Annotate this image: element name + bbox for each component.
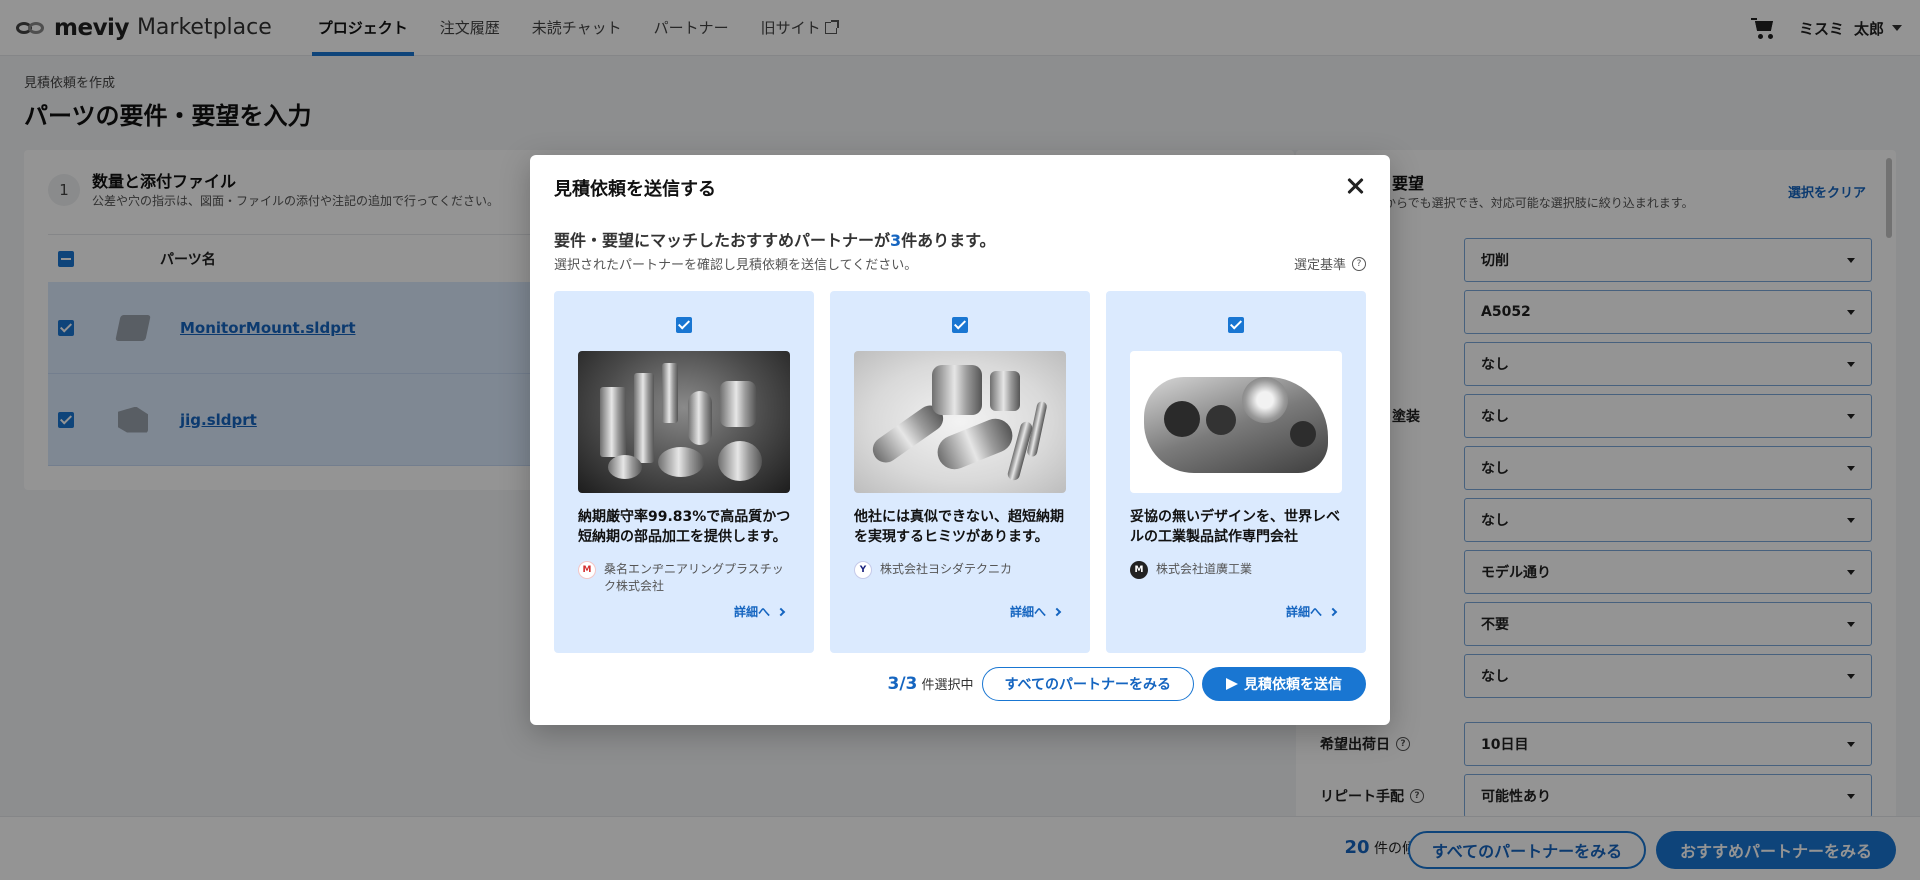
partner-headline: 納期厳守率99.83%で高品質かつ短納期の部品加工を提供します。 xyxy=(578,509,791,545)
partner-card[interactable]: 他社には真似できない、超短納期を実現するヒミツがあります。 Y 株式会社ヨシダテ… xyxy=(830,291,1090,653)
send-quote-button[interactable]: 見積依頼を送信 xyxy=(1202,667,1366,701)
partner-headline: 妥協の無いデザインを、世界レベルの工業製品試作専門会社 xyxy=(1130,509,1340,545)
lead-suffix: 件あります。 xyxy=(901,231,996,250)
close-icon[interactable] xyxy=(1344,175,1366,197)
company-logo-icon: Y xyxy=(854,561,872,579)
partner-card[interactable]: 納期厳守率99.83%で高品質かつ短納期の部品加工を提供します。 M 桑名エンヂ… xyxy=(554,291,814,653)
partner-card[interactable]: 妥協の無いデザインを、世界レベルの工業製品試作専門会社 M 株式会社道廣工業 詳… xyxy=(1106,291,1366,653)
partner-company-name: 桑名エンヂニアリングプラスチック株式会社 xyxy=(604,562,784,593)
partner-detail-link[interactable]: 詳細へ xyxy=(733,603,786,620)
modal-footer: 3/3 件選択中 すべてのパートナーをみる 見積依頼を送信 xyxy=(888,667,1366,701)
partner-image xyxy=(578,351,790,493)
partner-detail-link[interactable]: 詳細へ xyxy=(1009,603,1062,620)
modal-title: 見積依頼を送信する xyxy=(554,179,716,200)
partner-headline: 他社には真似できない、超短納期を実現するヒミツがあります。 xyxy=(854,509,1064,545)
send-quote-label: 見積依頼を送信 xyxy=(1244,677,1342,693)
partner-detail-label: 詳細へ xyxy=(733,605,770,619)
partner-company-name: 株式会社ヨシダテクニカ xyxy=(880,562,1013,576)
chevron-right-icon xyxy=(1328,607,1338,616)
partner-checkbox[interactable] xyxy=(952,317,968,333)
lead-prefix: 要件・要望にマッチしたおすすめパートナーが xyxy=(554,231,891,250)
selection-criteria-link[interactable]: 選定基準 ? xyxy=(1294,254,1366,273)
partner-image xyxy=(1130,351,1342,493)
chevron-right-icon xyxy=(1052,607,1062,616)
chevron-right-icon xyxy=(776,607,786,616)
company-logo-icon: M xyxy=(578,561,596,579)
selected-count: 3/3 件選択中 xyxy=(888,674,974,694)
selected-count-number: 3/3 xyxy=(887,674,918,694)
company-logo-icon: M xyxy=(1130,561,1148,579)
lead-count: 3 xyxy=(890,231,902,250)
help-icon: ? xyxy=(1352,256,1366,271)
send-quote-modal: 見積依頼を送信する 要件・要望にマッチしたおすすめパートナーが3件あります。 選… xyxy=(530,155,1390,725)
partner-image xyxy=(854,351,1066,493)
partner-company: M 株式会社道廣工業 xyxy=(1130,561,1340,579)
partner-company: M 桑名エンヂニアリングプラスチック株式会社 xyxy=(578,561,788,595)
partner-detail-label: 詳細へ xyxy=(1285,605,1322,619)
partner-company: Y 株式会社ヨシダテクニカ xyxy=(854,561,1064,579)
recommendation-lead: 要件・要望にマッチしたおすすめパートナーが3件あります。 xyxy=(554,227,996,251)
selected-count-suffix: 件選択中 xyxy=(921,678,974,693)
partner-company-name: 株式会社道廣工業 xyxy=(1156,562,1253,576)
selection-criteria-label: 選定基準 xyxy=(1293,258,1346,273)
partner-detail-link[interactable]: 詳細へ xyxy=(1285,603,1338,620)
partner-checkbox[interactable] xyxy=(676,317,692,333)
modal-view-all-partners-button[interactable]: すべてのパートナーをみる xyxy=(981,667,1194,701)
send-icon xyxy=(1226,678,1238,690)
partner-checkbox[interactable] xyxy=(1228,317,1244,333)
recommendation-subtext: 選択されたパートナーを確認し見積依頼を送信してください。 xyxy=(554,258,918,273)
partner-detail-label: 詳細へ xyxy=(1009,605,1046,619)
